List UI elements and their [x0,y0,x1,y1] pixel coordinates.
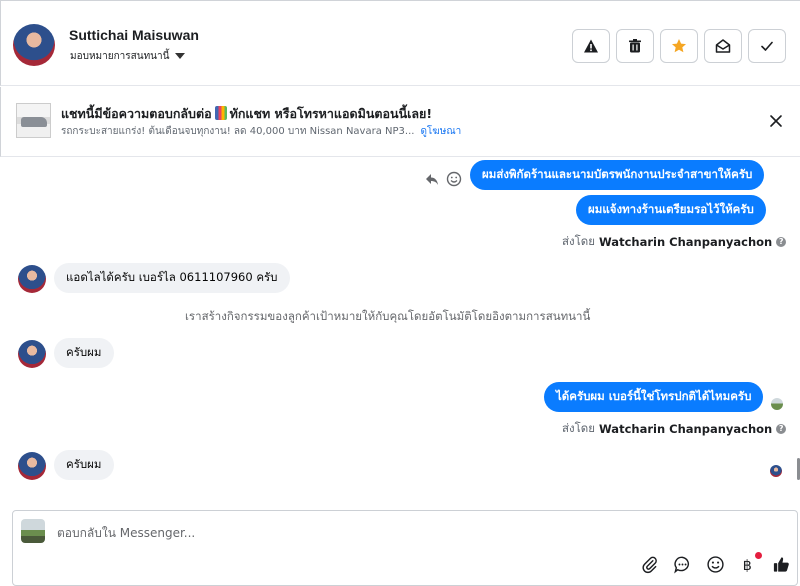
emoji-icon [707,556,724,573]
contact-avatar[interactable] [13,24,55,66]
reply-icon[interactable] [424,171,440,187]
assign-conversation-dropdown[interactable]: มอบหมายการสนทนานี้ [70,49,186,64]
contact-avatar[interactable] [18,265,46,293]
close-icon[interactable] [767,112,785,130]
outgoing-message[interactable]: ผมส่งพิกัดร้านและนามบัตรพนักงานประจำสาขา… [470,160,765,190]
delete-button[interactable] [616,29,654,63]
report-spam-button[interactable] [572,29,610,63]
incoming-message[interactable]: ครับผม [54,338,114,368]
notification-dot [755,552,762,559]
sender-name: Watcharin Chanpanyachon [599,235,773,249]
mark-unread-button[interactable] [704,29,742,63]
trash-icon [629,39,641,53]
composer-tools: ฿ [640,552,791,574]
sent-by-prefix: ส่งโดย [562,234,596,248]
paperclip-icon [642,556,657,574]
mark-done-button[interactable] [748,29,786,63]
attach-button[interactable] [640,555,659,574]
star-button[interactable] [660,29,698,63]
contact-name[interactable]: Suttichai Maisuwan [69,27,199,43]
like-button[interactable] [772,555,791,574]
assign-label: มอบหมายการสนทนานี้ [70,51,170,62]
view-ad-link[interactable]: ดูโฆษณา [420,126,461,137]
sender-name: Watcharin Chanpanyachon [599,422,773,436]
contact-avatar[interactable] [18,452,46,480]
contact-avatar[interactable] [18,340,46,368]
info-icon[interactable]: ? [776,424,787,434]
ad-thumbnail[interactable] [16,103,51,138]
thumbs-up-icon [773,557,789,572]
info-icon[interactable]: ? [776,237,787,247]
chat-bubble-icon [674,556,690,574]
ad-title: แชทนี้มีข้อความตอบกลับต่อ ทักแชท หรือโทรห… [61,104,432,124]
seen-indicator [771,398,783,410]
saved-replies-button[interactable] [673,555,692,574]
page-avatar [21,519,45,543]
message-composer: ฿ [12,510,798,586]
sent-by-label: ส่งโดย Watcharin Chanpanyachon ? [562,233,787,251]
ad-title-part2: ทักแชท หรือโทรหาแอดมินตอนนี้เลย! [229,106,433,121]
books-icon [214,106,227,120]
sent-by-prefix: ส่งโดย [562,421,596,435]
reply-input[interactable] [57,523,757,543]
caret-down-icon [175,52,186,59]
incoming-message[interactable]: แอดไลได้ครับ เบอร์ไล 0611107960 ครับ [54,263,290,293]
sent-by-label: ส่งโดย Watcharin Chanpanyachon ? [562,420,787,438]
outgoing-message[interactable]: ได้ครับผม เบอร์นี้ใช่โทรปกติได้ไหมครับ [544,382,764,412]
ad-subtitle-text: รถกระบะสายแกร่ง! ต้นเดือนจบทุกงาน! ลด 40… [61,126,415,137]
svg-text:฿: ฿ [743,558,752,574]
star-icon [672,39,686,53]
header-actions [572,29,786,63]
incoming-message[interactable]: ครับผม [54,450,114,480]
conversation-header: Suttichai Maisuwan มอบหมายการสนทนานี้ [0,0,800,86]
message-actions [424,171,462,187]
envelope-open-icon [715,39,731,53]
ad-banner: แชทนี้มีข้อความตอบกลับต่อ ทักแชท หรือโทรห… [0,87,800,157]
ad-subtitle: รถกระบะสายแกร่ง! ต้นเดือนจบทุกงาน! ลด 40… [61,124,461,139]
emoji-button[interactable] [706,555,725,574]
outgoing-message[interactable]: ผมแจ้งทางร้านเตรียมรอไว้ให้ครับ [576,195,766,225]
check-icon [761,41,773,51]
system-message: เราสร้างกิจกรรมของลูกค้าเป้าหมายให้กับคุ… [185,309,591,323]
warning-icon [584,39,598,53]
ad-title-part1: แชทนี้มีข้อความตอบกลับต่อ [61,106,212,121]
seen-indicator [770,465,782,477]
payment-button[interactable]: ฿ [739,552,762,574]
emoji-reaction-icon[interactable] [446,171,462,187]
